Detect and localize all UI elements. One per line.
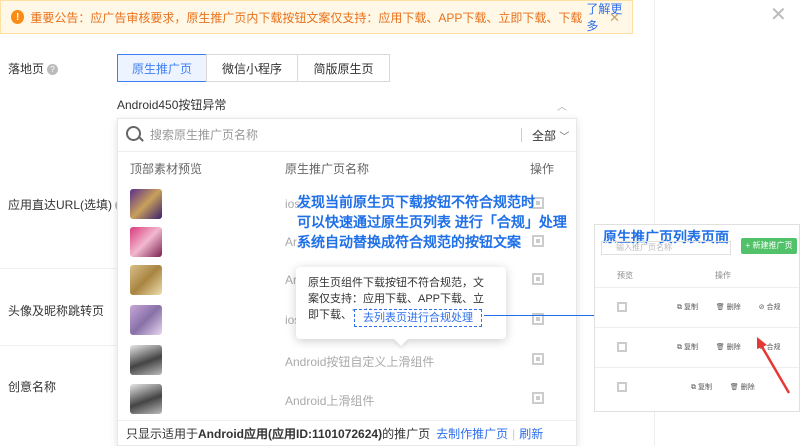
qr-code-icon[interactable] bbox=[532, 273, 544, 285]
page-name: Android按钮自定义上滑组件 bbox=[285, 355, 435, 369]
tab-native-page[interactable]: 原生推广页 bbox=[117, 54, 207, 82]
footer-prefix: 只显示适用于 bbox=[126, 427, 199, 441]
delete-label: 删除 bbox=[726, 344, 741, 351]
col-action: 操作 bbox=[530, 162, 555, 176]
select-value: Android450按钮异常 bbox=[117, 98, 227, 112]
row-actions: ⧉ 复制 🗑 删除 ⊘ 合规 bbox=[677, 302, 797, 312]
thumbnail bbox=[130, 227, 162, 257]
annotation-line: 可以快速通过原生页列表 进行「合规」处理 bbox=[297, 214, 567, 230]
footer-app-id: Android应用(应用ID:1101072624) bbox=[198, 427, 383, 441]
dropdown-search: 全部 ﹀ bbox=[118, 119, 576, 152]
list-page-inset: 原生推广页列表页面 输入推广页名称 + 新建推广页 预览 操作 ⧉ 复制 🗑 删… bbox=[594, 224, 800, 412]
row-divider bbox=[0, 345, 117, 346]
close-icon[interactable]: ✕ bbox=[609, 10, 620, 26]
table-row[interactable]: Android按钮自定义上滑组件 bbox=[118, 341, 576, 379]
table-row[interactable]: Android上滑组件 bbox=[118, 380, 576, 418]
divider bbox=[521, 128, 522, 142]
qr-code-icon[interactable] bbox=[532, 392, 544, 404]
thumbnail bbox=[130, 265, 162, 295]
col-preview: 顶部素材预览 bbox=[130, 162, 203, 176]
red-arrow-icon bbox=[757, 337, 791, 394]
tab-simple-native-page[interactable]: 简版原生页 bbox=[297, 54, 390, 82]
table-header: 顶部素材预览 原生推广页名称 操作 bbox=[118, 151, 576, 183]
col-name: 原生推广页名称 bbox=[285, 162, 370, 176]
tab-wechat-mini-program[interactable]: 微信小程序 bbox=[206, 54, 298, 82]
avatar-label: 头像及昵称跳转页 bbox=[8, 304, 105, 318]
warning-icon: ! bbox=[11, 10, 25, 24]
comply-label: 合规 bbox=[766, 304, 781, 311]
comply-button[interactable]: ⊘ 合规 bbox=[759, 304, 789, 311]
app-url-label-text: 应用直达URL(选填) bbox=[8, 198, 112, 212]
filter-value: 全部 bbox=[532, 129, 557, 143]
create-page-link[interactable]: 去制作推广页 bbox=[436, 425, 508, 442]
col-preview: 预览 bbox=[617, 271, 633, 280]
qr-code-icon[interactable] bbox=[617, 302, 627, 312]
landing-page-label: 落地页? bbox=[8, 60, 59, 77]
filter-select[interactable]: 全部 ﹀ bbox=[532, 127, 569, 144]
page-name: Android上滑组件 bbox=[285, 394, 375, 408]
copy-button[interactable]: ⧉ 复制 bbox=[677, 344, 706, 351]
copy-label: 复制 bbox=[697, 384, 712, 391]
chevron-up-icon: ︿ bbox=[557, 102, 567, 113]
search-icon bbox=[126, 126, 141, 141]
col-action: 操作 bbox=[715, 271, 731, 280]
delete-label: 删除 bbox=[726, 304, 741, 311]
new-page-button[interactable]: + 新建推广页 bbox=[741, 238, 797, 254]
refresh-link[interactable]: 刷新 bbox=[519, 425, 543, 442]
qr-code-icon[interactable] bbox=[617, 342, 627, 352]
separator: | bbox=[512, 426, 516, 441]
copy-label: 复制 bbox=[683, 344, 698, 351]
thumbnail bbox=[130, 305, 162, 335]
qr-code-icon[interactable] bbox=[532, 353, 544, 365]
dropdown-footer: 只显示适用于 Android应用(应用ID:1101072624) 的推广页 去制作… bbox=[118, 420, 576, 446]
landing-page-select[interactable]: Android450按钮异常 ︿ bbox=[117, 96, 577, 118]
app-url-label: 应用直达URL(选填)? bbox=[8, 196, 126, 213]
notice-banner: ! 重要公告：应广告审核要求，原生推广页内下载按钮文案仅支持：应用下载、APP下… bbox=[0, 0, 633, 34]
panel-close-icon[interactable]: ✕ bbox=[770, 2, 787, 27]
qr-code-icon[interactable] bbox=[617, 382, 627, 392]
inset-search-input[interactable]: 输入推广页名称 bbox=[601, 241, 731, 255]
search-input[interactable] bbox=[148, 125, 522, 145]
delete-button[interactable]: 🗑 删除 bbox=[716, 344, 749, 351]
table-row: ⧉ 复制 🗑 删除 ⊘ 合规 bbox=[595, 287, 799, 328]
thumbnail bbox=[130, 384, 162, 414]
delete-button[interactable]: 🗑 删除 bbox=[716, 304, 749, 311]
annotation-line: 系统自动替换成符合规范的按钮文案 bbox=[297, 234, 521, 250]
row-divider bbox=[0, 268, 117, 269]
copy-label: 复制 bbox=[683, 304, 698, 311]
copy-button[interactable]: ⧉ 复制 bbox=[677, 304, 706, 311]
annotation-line: 发现当前原生页下载按钮不符合规范时 bbox=[297, 194, 535, 210]
footer-suffix: 的推广页 bbox=[382, 427, 431, 441]
annotation-text: 发现当前原生页下载按钮不符合规范时 可以快速通过原生页列表 进行「合规」处理 系… bbox=[297, 192, 567, 252]
chevron-down-icon: ﹀ bbox=[559, 132, 570, 143]
copy-button[interactable]: ⧉ 复制 bbox=[691, 384, 720, 391]
creative-name-label: 创意名称 bbox=[8, 380, 57, 394]
thumbnail bbox=[130, 189, 162, 219]
help-icon[interactable]: ? bbox=[47, 64, 59, 75]
landing-page-label-text: 落地页 bbox=[8, 62, 45, 76]
go-to-list-link[interactable]: 去列表页进行合规处理 bbox=[354, 309, 482, 327]
thumbnail bbox=[130, 345, 162, 375]
notice-text: 重要公告：应广告审核要求，原生推广页内下载按钮文案仅支持：应用下载、APP下载、… bbox=[30, 10, 583, 25]
compliance-tooltip: 原生页组件下载按钮不符合规范，文案仅支持：应用下载、APP下载、立即下载、下载 … bbox=[296, 267, 506, 339]
